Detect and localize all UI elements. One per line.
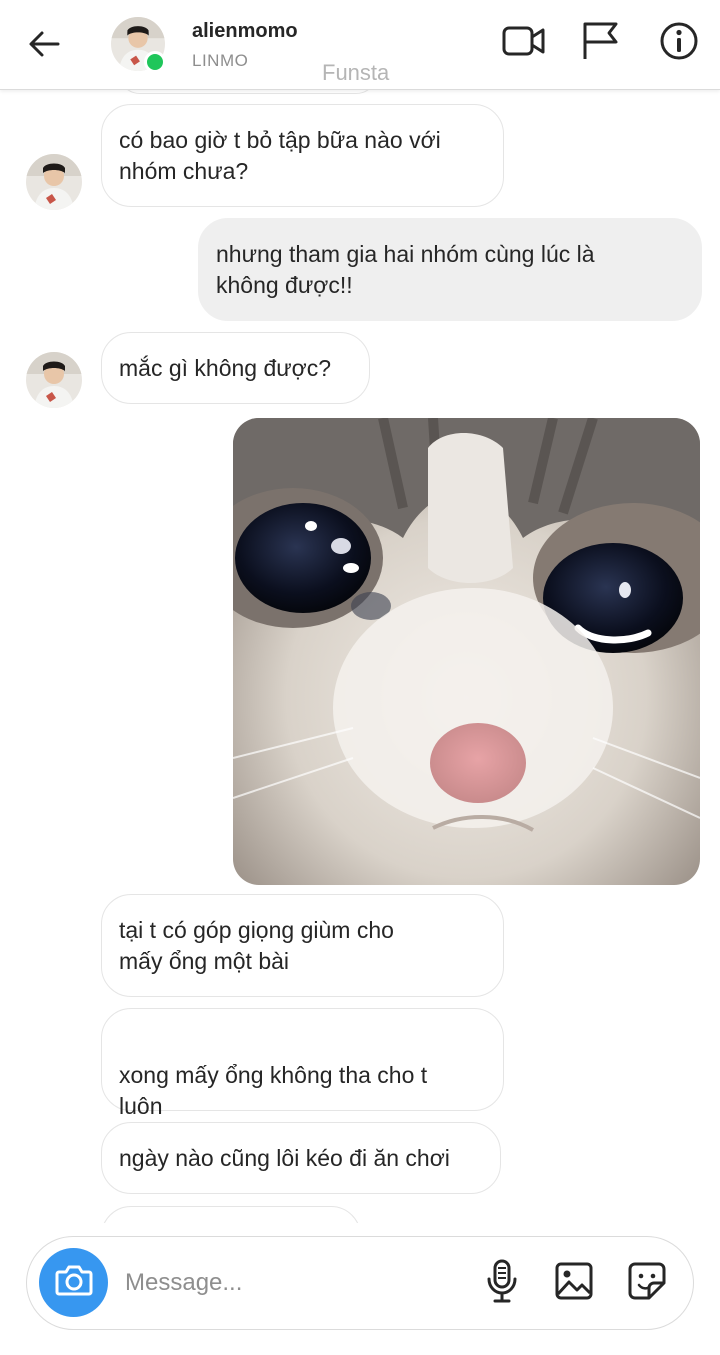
contact-display-name: LINMO xyxy=(192,51,249,70)
message-bubble-incoming[interactable]: có bao giờ t bỏ tập bữa nào với nhóm chư… xyxy=(101,104,504,207)
message-bubble-partial[interactable] xyxy=(101,1206,361,1223)
sender-avatar[interactable] xyxy=(26,352,82,408)
message-bubble-incoming[interactable]: ngày nào cũng lôi kéo đi ăn chơi xyxy=(101,1122,501,1194)
video-call-button[interactable] xyxy=(501,20,547,66)
video-call-icon xyxy=(502,24,546,63)
message-bubble-partial[interactable] xyxy=(118,90,378,94)
message-bubble-incoming[interactable]: tại t có góp giọng giùm cho mấy ổng một … xyxy=(101,894,504,997)
shared-photo-crying-cat[interactable] xyxy=(233,418,700,885)
back-arrow-icon xyxy=(28,30,60,63)
watermark-text: Funsta xyxy=(322,60,390,85)
sticker-icon xyxy=(627,1261,667,1306)
message-composer xyxy=(26,1236,694,1330)
gallery-icon xyxy=(554,1261,594,1306)
flag-icon xyxy=(580,21,620,66)
info-icon xyxy=(659,21,699,66)
camera-button[interactable] xyxy=(39,1248,108,1317)
contact-username[interactable]: alienmomo xyxy=(192,20,298,43)
message-thread[interactable]: có bao giờ t bỏ tập bữa nào với nhóm chư… xyxy=(0,90,720,1223)
message-bubble-incoming[interactable]: xong mấy ổng không tha cho t luôn xyxy=(101,1008,504,1183)
report-button[interactable] xyxy=(577,20,623,66)
online-status-indicator xyxy=(144,51,166,73)
voice-message-button[interactable] xyxy=(479,1259,525,1308)
message-text: xong mấy ổng không tha cho t luôn xyxy=(119,1062,428,1119)
message-bubble-outgoing[interactable]: nhưng tham gia hai nhóm cùng lúc là khôn… xyxy=(198,218,702,321)
message-input[interactable] xyxy=(125,1261,455,1305)
back-button[interactable] xyxy=(22,24,66,68)
sticker-button[interactable] xyxy=(624,1260,670,1306)
message-bubble-incoming[interactable]: mắc gì không được? xyxy=(101,332,370,404)
sender-avatar[interactable] xyxy=(26,154,82,210)
microphone-icon xyxy=(485,1259,519,1308)
gallery-button[interactable] xyxy=(551,1260,597,1306)
camera-icon xyxy=(55,1264,93,1301)
conversation-info-button[interactable] xyxy=(656,20,702,66)
